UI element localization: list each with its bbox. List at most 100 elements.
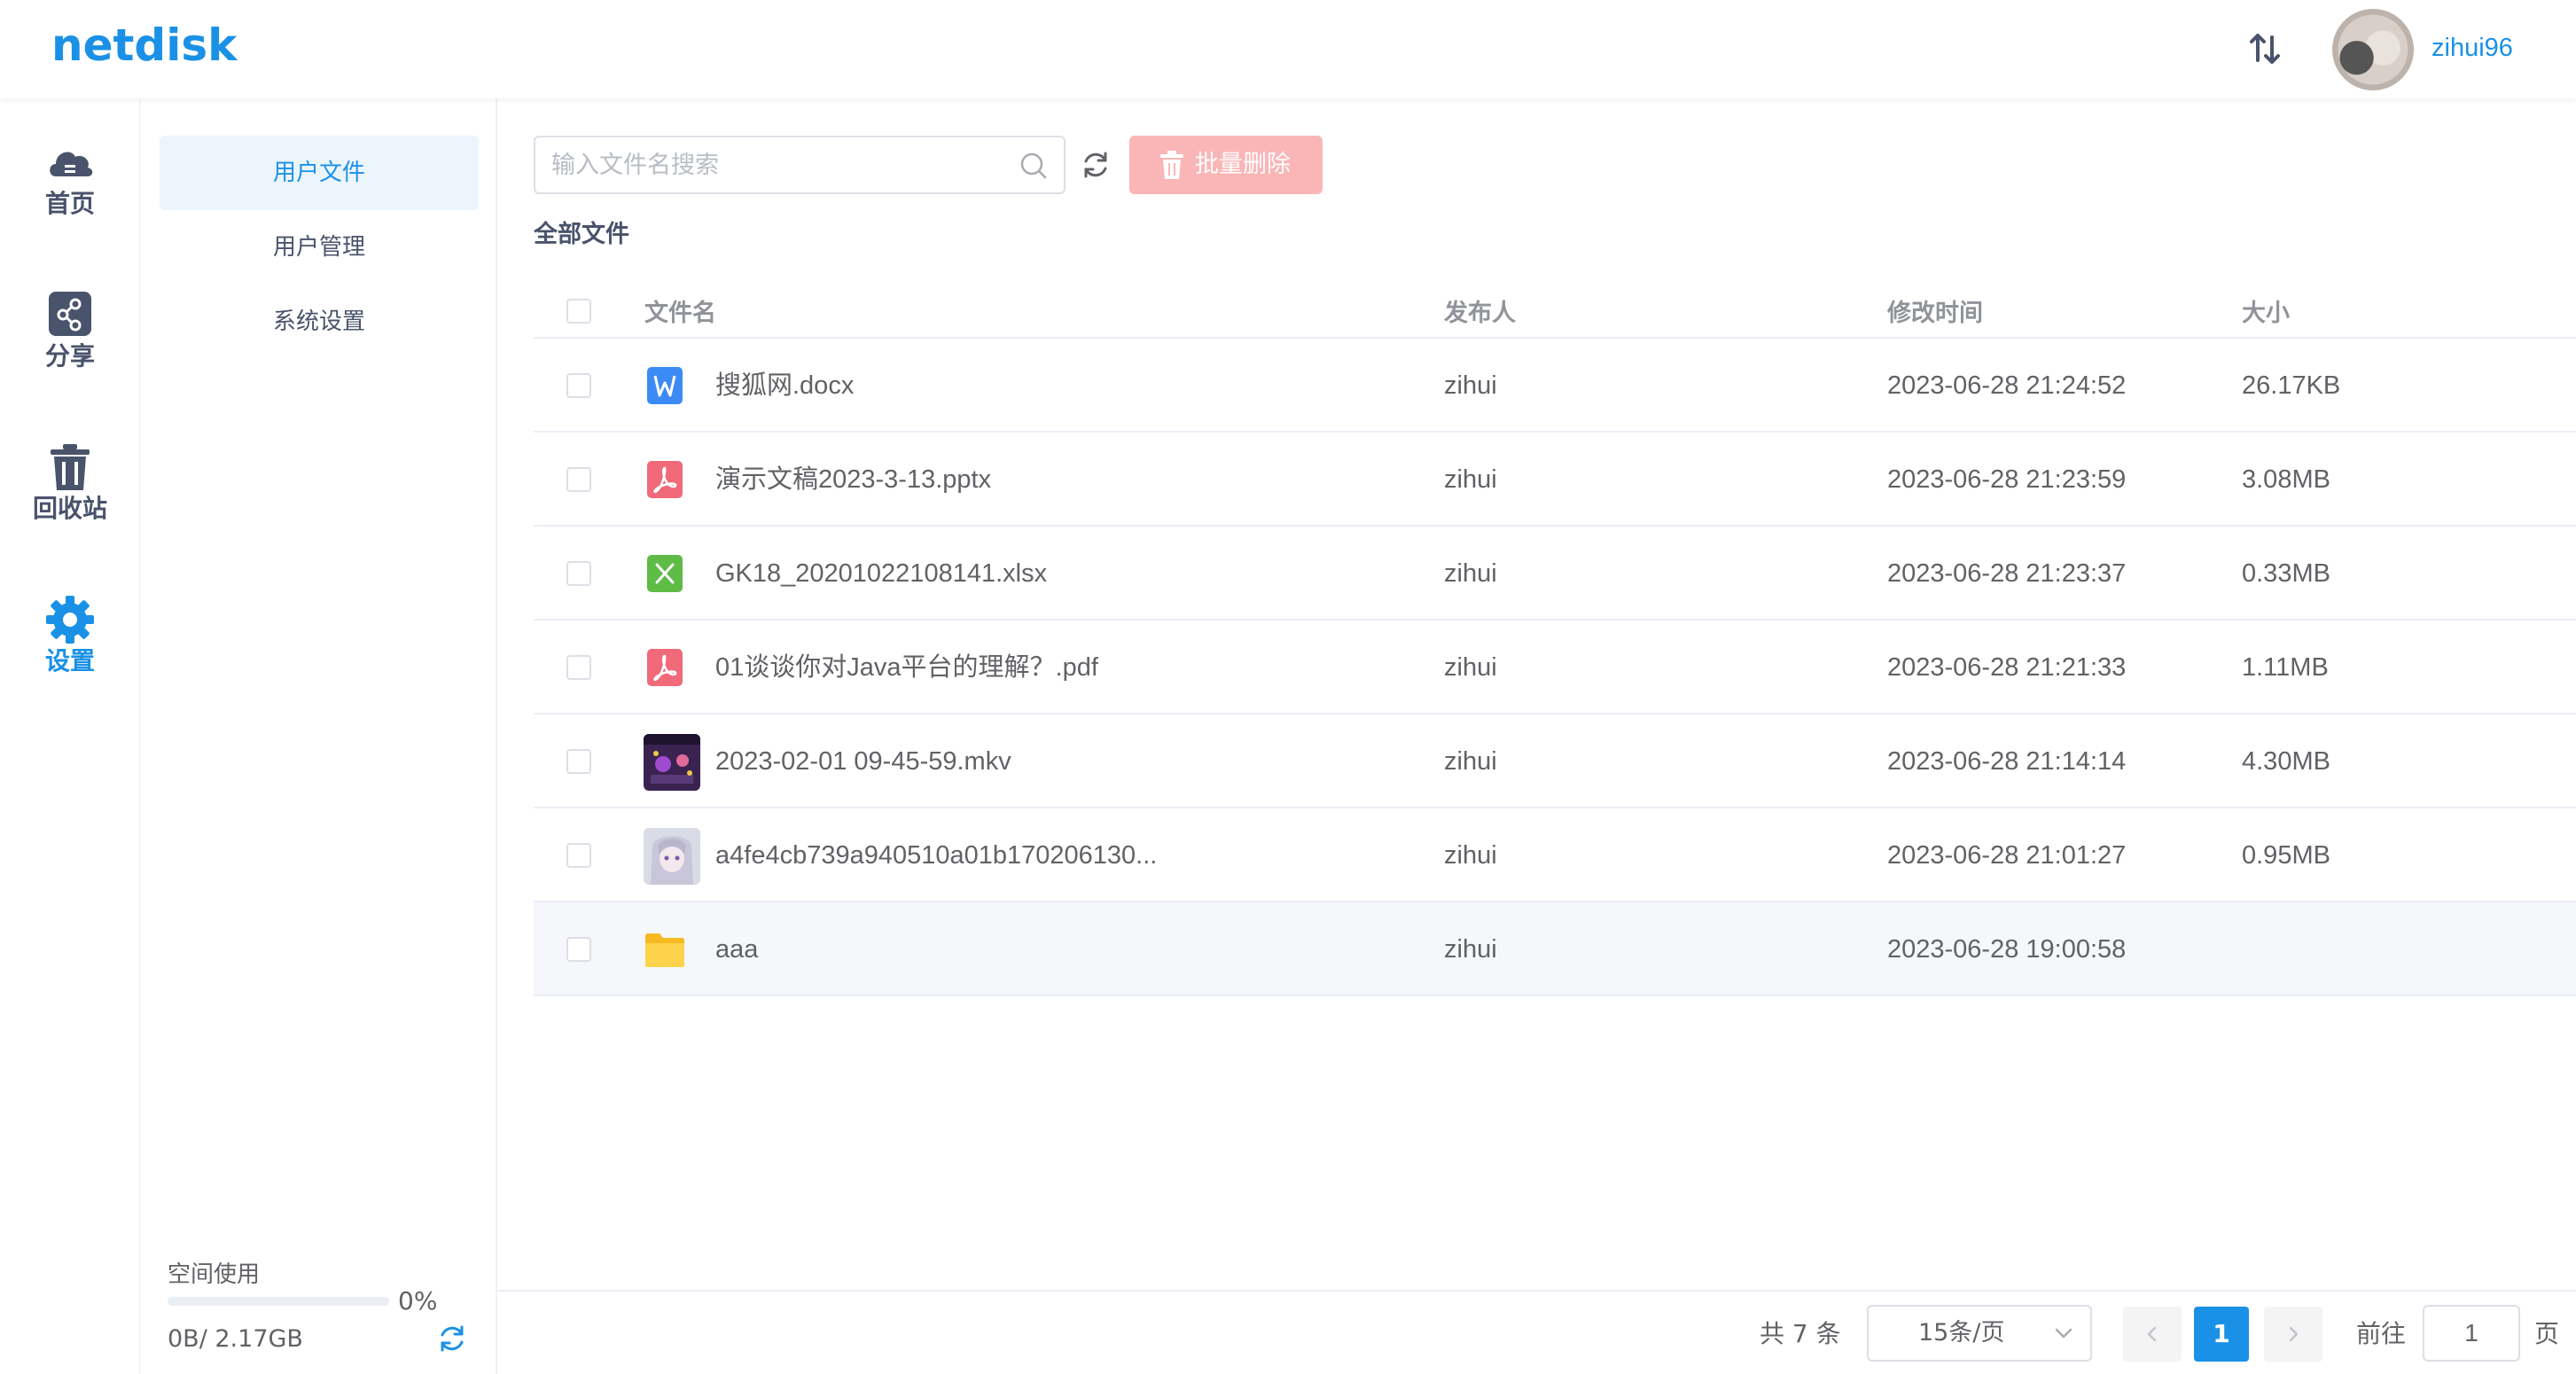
nav-recycle-label: 回收站 [32,494,107,523]
goto-page-input[interactable] [2424,1307,2518,1360]
search-input[interactable] [551,137,1012,192]
sort-arrows-icon[interactable] [2246,30,2283,67]
pagination: 共 7 条 15条/页 1 前往 页 [498,1290,2576,1374]
icon-sidebar: 首页 分享 回收站 设置 [0,98,140,1374]
row-checkbox[interactable] [566,843,591,868]
delete-icon [1160,151,1183,179]
submenu-user-management[interactable]: 用户管理 [160,210,479,285]
top-header: netdisk zihui96 [0,0,2576,98]
next-page-button[interactable] [2264,1307,2322,1362]
page-number-current[interactable]: 1 [2194,1307,2249,1362]
row-checkbox[interactable] [566,467,591,492]
file-owner: zihui [1444,747,1497,776]
file-owner: zihui [1444,841,1497,870]
chevron-down-icon [2055,1328,2073,1339]
excel-file-icon [647,555,683,592]
table-row[interactable]: GK18_20201022108141.xlsx zihui 2023-06-2… [534,527,2576,621]
storage-percent: 0% [398,1286,438,1315]
pagination-total: 共 7 条 [1760,1319,1841,1348]
search-box [534,136,1066,194]
storage-progress-bar [168,1297,389,1306]
column-header-size[interactable]: 大小 [2242,289,2290,339]
file-owner: zihui [1444,559,1497,588]
file-size: 0.95MB [2242,841,2330,870]
table-header: 文件名 发布人 修改时间 大小 [534,289,2576,339]
table-row[interactable]: 2023-02-01 09-45-59.mkv zihui 2023-06-28… [534,714,2576,808]
submenu-system-settings[interactable]: 系统设置 [160,285,479,359]
cloud-home-icon [50,152,93,176]
batch-delete-button[interactable]: 批量删除 [1129,136,1323,194]
table-row[interactable]: a4fe4cb739a940510a01b170206130... zihui … [534,808,2576,902]
trash-icon [51,444,90,490]
file-owner: zihui [1444,935,1497,964]
file-name-link[interactable]: a4fe4cb739a940510a01b170206130... [715,808,1157,902]
nav-settings[interactable]: 设置 [0,593,140,699]
file-name-link[interactable]: GK18_20201022108141.xlsx [715,527,1047,621]
chevron-left-icon [2147,1326,2157,1342]
search-icon[interactable] [1018,150,1050,182]
chevron-right-icon [2289,1326,2299,1342]
app-logo[interactable]: netdisk [51,20,237,71]
page-suffix-label: 页 [2534,1319,2560,1348]
file-name-link[interactable]: 演示文稿2023-3-13.pptx [715,433,991,527]
column-header-time[interactable]: 修改时间 [1887,289,1983,339]
file-modified-time: 2023-06-28 21:21:33 [1887,653,2127,682]
row-checkbox[interactable] [566,749,591,774]
folder-icon [645,933,684,967]
file-name-link[interactable]: 01谈谈你对Java平台的理解？.pdf [715,621,1098,714]
table-row[interactable]: 演示文稿2023-3-13.pptx zihui 2023-06-28 21:2… [534,433,2576,527]
main-content: 批量删除 全部文件 文件名 发布人 修改时间 大小 搜狐网.docx zihui… [498,98,2576,1374]
username-link[interactable]: zihui96 [2432,34,2513,63]
column-header-name[interactable]: 文件名 [644,289,716,339]
file-owner: zihui [1444,371,1497,400]
row-checkbox[interactable] [566,937,591,962]
table-row[interactable]: 01谈谈你对Java平台的理解？.pdf zihui 2023-06-28 21… [534,621,2576,714]
nav-share[interactable]: 分享 [0,288,140,394]
user-avatar[interactable] [2332,9,2414,90]
submenu-user-files[interactable]: 用户文件 [160,136,479,210]
file-size: 4.30MB [2242,747,2330,776]
file-modified-time: 2023-06-28 19:00:58 [1887,935,2127,964]
pdf-file-icon [647,649,683,686]
file-modified-time: 2023-06-28 21:23:37 [1887,559,2127,588]
prev-page-button[interactable] [2123,1307,2182,1362]
nav-share-label: 分享 [44,341,95,371]
row-checkbox[interactable] [566,655,591,680]
file-size: 3.08MB [2242,465,2330,494]
file-size: 0.33MB [2242,559,2330,588]
table-row[interactable]: 搜狐网.docx zihui 2023-06-28 21:24:52 26.17… [534,339,2576,433]
batch-delete-label: 批量删除 [1195,151,1291,178]
file-name-link[interactable]: 搜狐网.docx [715,339,854,433]
goto-label: 前往 [2356,1319,2407,1348]
file-owner: zihui [1444,465,1497,494]
nav-settings-label: 设置 [44,646,95,675]
row-checkbox[interactable] [566,373,591,398]
breadcrumb-all-files[interactable]: 全部文件 [534,215,629,249]
file-name-link[interactable]: 2023-02-01 09-45-59.mkv [715,714,1011,808]
gear-icon [46,596,94,644]
column-header-owner[interactable]: 发布人 [1444,289,1516,339]
storage-label: 空间使用 [168,1261,261,1288]
folder-name-link[interactable]: aaa [715,902,758,996]
nav-home-label: 首页 [44,189,95,218]
share-icon [49,292,91,336]
settings-submenu: 用户文件 用户管理 系统设置 空间使用 0% 0B/ 2.17GB [141,98,497,1374]
refresh-list-icon[interactable] [1080,149,1112,181]
nav-recycle[interactable]: 回收站 [0,441,140,547]
file-modified-time: 2023-06-28 21:01:27 [1887,841,2127,870]
row-checkbox[interactable] [566,561,591,586]
table-row[interactable]: aaa zihui 2023-06-28 19:00:58 [534,902,2576,996]
word-file-icon [647,367,683,404]
select-all-checkbox[interactable] [566,299,591,324]
file-modified-time: 2023-06-28 21:14:14 [1887,747,2127,776]
file-modified-time: 2023-06-28 21:23:59 [1887,465,2127,494]
video-thumbnail [644,734,700,791]
file-owner: zihui [1444,653,1497,682]
refresh-icon[interactable] [436,1323,468,1354]
file-table: 文件名 发布人 修改时间 大小 搜狐网.docx zihui 2023-06-2… [534,289,2576,996]
page-size-value: 15条/页 [1918,1319,2005,1347]
nav-home[interactable]: 首页 [0,136,140,242]
file-size: 26.17KB [2242,371,2341,400]
page-size-select[interactable]: 15条/页 [1867,1305,2092,1362]
image-thumbnail [644,828,700,885]
